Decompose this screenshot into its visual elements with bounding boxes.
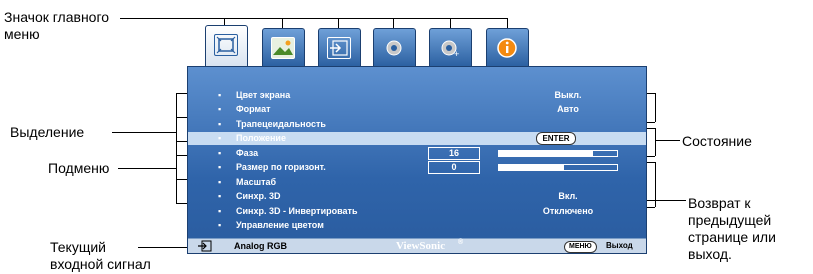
return-callout: Возврат к предыдущей странице или выход. — [688, 195, 776, 263]
menu-item-color-management[interactable]: ▪ Управление цветом — [188, 219, 646, 232]
menu-item-label: Трапецеидальность — [236, 119, 326, 129]
tab-picture[interactable] — [262, 28, 305, 67]
bullet-icon: ▪ — [218, 162, 222, 172]
menu-item-label: Управление цветом — [236, 220, 324, 230]
leader-tick-5 — [450, 18, 451, 28]
main-menu-icon-callout-line2: меню — [4, 26, 40, 42]
menu-item-label: Фаза — [236, 148, 259, 158]
menu-item-3d-sync[interactable]: ▪ Синхр. 3D Вкл. — [188, 190, 646, 203]
h-size-slider-fill — [499, 165, 564, 170]
osd-footer: Analog RGB ViewSonic ® МЕНЮ Выход — [188, 238, 646, 253]
tab-system-setup-advanced[interactable]: + — [429, 28, 472, 67]
bracket-left-v — [176, 93, 177, 203]
leader-tick-6 — [507, 18, 508, 28]
bullet-icon: ▪ — [218, 191, 222, 201]
menu-item-phase[interactable]: ▪ Фаза 16 — [188, 147, 646, 160]
menu-item-status: Вкл. — [558, 191, 578, 201]
return-callout-line2: предыдущей — [688, 212, 772, 228]
current-input-callout-line1: Текущий — [50, 239, 106, 255]
return-callout-line1: Возврат к — [688, 195, 751, 211]
system-setup-basic-icon — [382, 37, 406, 59]
leader-status — [655, 140, 680, 141]
picture-icon — [271, 37, 295, 59]
registered-mark: ® — [458, 239, 464, 246]
menu-item-label: Формат — [236, 104, 271, 114]
leader-input — [138, 247, 188, 248]
osd-menu-panel: ▪ Цвет экрана Выкл. ▪ Формат Авто ▪ Трап… — [187, 66, 647, 254]
leader-tick-2 — [282, 18, 283, 28]
bracket-right-v1 — [655, 93, 656, 122]
submenu-callout: Подменю — [48, 160, 110, 176]
tab-information[interactable] — [486, 28, 529, 67]
system-setup-advanced-icon: + — [438, 37, 462, 59]
return-callout-line3: странице или — [688, 229, 776, 245]
tab-system-setup-basic[interactable] — [373, 28, 416, 67]
display-icon — [214, 34, 238, 56]
h-size-slider[interactable] — [498, 164, 618, 171]
input-source-icon — [198, 240, 212, 256]
menu-item-keystone[interactable]: ▪ Трапецеидальность — [188, 118, 646, 131]
svg-text:+: + — [454, 49, 459, 59]
tab-source[interactable] — [318, 28, 361, 67]
leader-submenu — [118, 168, 176, 169]
leader-highlight — [112, 132, 177, 133]
enter-button[interactable]: ENTER — [536, 132, 576, 145]
menu-item-label: Цвет экрана — [236, 90, 291, 100]
current-input-callout: Текущий входной сигнал — [50, 239, 151, 273]
bullet-icon: ▪ — [218, 90, 222, 100]
phase-slider-fill — [499, 151, 594, 156]
menu-item-status: Выкл. — [554, 90, 582, 100]
bracket-right-v2 — [655, 128, 656, 156]
h-size-value: 0 — [428, 161, 480, 174]
menu-item-label: Масштаб — [236, 177, 277, 187]
current-input-callout-line2: входной сигнал — [50, 256, 151, 272]
bullet-icon: ▪ — [218, 133, 222, 143]
menu-item-h-size[interactable]: ▪ Размер по горизонт. 0 — [188, 161, 646, 174]
return-callout-line4: выход. — [688, 246, 732, 262]
menu-item-label: Синхр. 3D - Инвертировать — [236, 206, 358, 216]
bullet-icon: ▪ — [218, 119, 222, 129]
menu-item-label: Положение — [236, 133, 286, 143]
main-menu-icon-callout: Значок главного меню — [4, 9, 109, 43]
phase-slider[interactable] — [498, 150, 618, 157]
tab-display[interactable] — [205, 25, 248, 67]
menu-item-aspect-ratio[interactable]: ▪ Формат Авто — [188, 103, 646, 116]
menu-item-label: Синхр. 3D — [236, 191, 281, 201]
bullet-icon: ▪ — [218, 177, 222, 187]
menu-item-3d-sync-invert[interactable]: ▪ Синхр. 3D - Инвертировать Отключено — [188, 205, 646, 218]
main-menu-icon-callout-line1: Значок главного — [4, 9, 110, 25]
bullet-icon: ▪ — [218, 148, 222, 158]
menu-item-position-selected[interactable]: ▪ Положение ENTER — [188, 132, 646, 145]
leader-tick-4 — [393, 18, 394, 28]
bracket-right-v3 — [655, 162, 656, 207]
menu-item-status: Отключено — [542, 206, 594, 216]
source-icon — [327, 37, 351, 59]
menu-item-status: Авто — [557, 104, 579, 114]
menu-button[interactable]: МЕНЮ — [564, 241, 597, 253]
input-source-label: Analog RGB — [234, 241, 287, 251]
brand-logo: ViewSonic — [396, 240, 446, 252]
highlight-callout: Выделение — [10, 124, 85, 140]
menu-item-zoom[interactable]: ▪ Масштаб — [188, 176, 646, 189]
exit-label: Выход — [606, 241, 633, 250]
bullet-icon: ▪ — [218, 104, 222, 114]
menu-item-screen-color[interactable]: ▪ Цвет экрана Выкл. — [188, 89, 646, 102]
information-icon — [495, 37, 519, 59]
menu-item-label: Размер по горизонт. — [236, 162, 326, 172]
phase-value: 16 — [428, 147, 480, 160]
status-callout: Состояние — [682, 133, 752, 149]
bullet-icon: ▪ — [218, 220, 222, 230]
leader-tick-3 — [338, 18, 339, 28]
bullet-icon: ▪ — [218, 206, 222, 216]
